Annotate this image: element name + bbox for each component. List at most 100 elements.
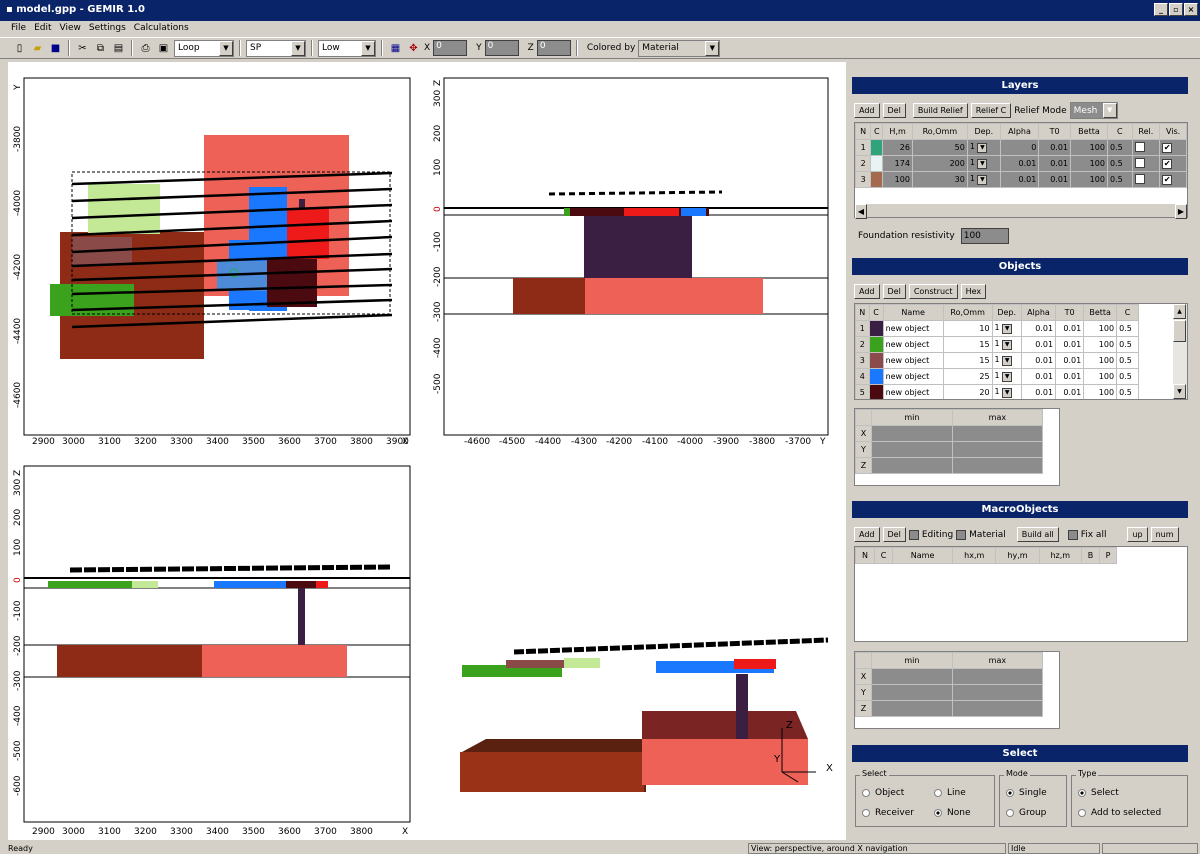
cell[interactable]: 30 <box>911 171 968 188</box>
copy-icon[interactable]: ⧉ <box>93 41 108 56</box>
color-swatch[interactable] <box>870 155 884 172</box>
menu-view[interactable]: View <box>60 23 81 35</box>
radio-receiver[interactable]: Receiver <box>862 808 914 818</box>
cell[interactable]: 0.01 <box>1020 352 1057 369</box>
cell[interactable]: 100 <box>1083 368 1118 385</box>
cell[interactable]: new object <box>882 320 944 337</box>
cell[interactable]: 20 <box>942 384 993 399</box>
cell[interactable] <box>951 425 1044 442</box>
quality-select[interactable]: Low ▼ <box>318 39 376 57</box>
objects-del-button[interactable]: Del <box>882 284 906 299</box>
cell[interactable]: new object <box>882 352 944 369</box>
menu-calculations[interactable]: Calculations <box>134 23 189 35</box>
foundation-resistivity-field[interactable]: 100 <box>960 228 1009 244</box>
relief-mode-select[interactable]: Mesh ▼ <box>1069 102 1118 119</box>
build-all-button[interactable]: Build all <box>1016 527 1059 542</box>
table-row[interactable]: Z <box>855 457 1044 474</box>
color-swatch[interactable] <box>868 384 884 399</box>
vis-checkbox[interactable]: ✔ <box>1159 171 1187 188</box>
cell[interactable]: 10 <box>942 320 993 337</box>
chevron-down-icon[interactable]: ▼ <box>1002 340 1013 350</box>
cell[interactable]: 100 <box>1070 171 1108 188</box>
rel-checkbox[interactable] <box>1131 171 1161 188</box>
cell[interactable] <box>871 425 953 442</box>
table-row[interactable]: 1 26 50 1 ▼ 0 0.01 100 0.5 ✔ <box>854 139 1187 156</box>
cell[interactable] <box>871 700 953 717</box>
cell[interactable] <box>951 668 1044 685</box>
color-swatch[interactable] <box>868 320 884 337</box>
chevron-down-icon[interactable]: ▼ <box>977 143 988 153</box>
rel-checkbox[interactable] <box>1131 139 1161 156</box>
xz-section-view[interactable]: 2900 3000 3100 3200 3300 3400 3500 3600 … <box>8 456 422 840</box>
cut-icon[interactable]: ✂ <box>75 41 90 56</box>
objects-add-button[interactable]: Add <box>854 284 880 299</box>
cell[interactable]: 0 <box>999 139 1040 156</box>
layers-add-button[interactable]: Add <box>854 103 880 118</box>
cell[interactable] <box>871 684 953 701</box>
vertical-scrollbar[interactable]: ▲ ▼ <box>1173 304 1187 399</box>
perspective-view[interactable]: X Y Z <box>424 456 846 840</box>
x-coordinate-field[interactable]: 0 <box>433 40 468 56</box>
radio-group[interactable]: Group <box>1006 808 1046 818</box>
scroll-right-icon[interactable]: ▶ <box>1175 204 1187 219</box>
cell[interactable]: 0.01 <box>1020 336 1057 353</box>
cell[interactable]: 100 <box>1083 384 1118 399</box>
cell[interactable] <box>871 457 953 474</box>
table-row[interactable]: 1 new object 10 1 ▼ 0.01 0.01 100 0.5 <box>855 320 1139 337</box>
cell[interactable] <box>951 441 1044 458</box>
dep-cell[interactable]: 1 ▼ <box>991 352 1022 369</box>
radio-none[interactable]: None <box>934 808 970 818</box>
menu-edit[interactable]: Edit <box>34 23 51 35</box>
cell[interactable]: 15 <box>942 352 993 369</box>
chevron-down-icon[interactable]: ▼ <box>1002 324 1013 334</box>
menu-file[interactable]: File <box>11 23 26 35</box>
fix-all-checkbox[interactable] <box>1067 529 1078 540</box>
vis-checkbox[interactable]: ✔ <box>1159 155 1187 172</box>
cell[interactable] <box>871 668 953 685</box>
menu-settings[interactable]: Settings <box>89 23 126 35</box>
cell[interactable]: 0.5 <box>1116 352 1139 369</box>
table-row[interactable]: 4 new object 25 1 ▼ 0.01 0.01 100 0.5 <box>855 368 1139 385</box>
table-row[interactable]: 3 100 30 1 ▼ 0.01 0.01 100 0.5 ✔ <box>854 171 1187 188</box>
print-preview-icon[interactable]: ▣ <box>156 41 171 56</box>
table-row[interactable]: 2 new object 15 1 ▼ 0.01 0.01 100 0.5 <box>855 336 1139 353</box>
save-icon[interactable]: ■ <box>48 41 63 56</box>
cell[interactable]: 0.01 <box>999 155 1040 172</box>
macro-add-button[interactable]: Add <box>854 527 880 542</box>
construct-button[interactable]: Construct <box>908 284 958 299</box>
table-row[interactable]: Z <box>855 700 1044 717</box>
cell[interactable]: 0.5 <box>1116 336 1139 353</box>
paste-icon[interactable]: ▤ <box>111 41 126 56</box>
color-swatch[interactable] <box>868 368 884 385</box>
chevron-down-icon[interactable]: ▼ <box>1002 388 1013 398</box>
build-relief-button[interactable]: Build Relief <box>912 103 968 118</box>
cell[interactable]: new object <box>882 384 944 399</box>
table-row[interactable]: 3 new object 15 1 ▼ 0.01 0.01 100 0.5 <box>855 352 1139 369</box>
material-checkbox[interactable] <box>956 529 967 540</box>
scroll-left-icon[interactable]: ◀ <box>855 204 867 219</box>
cell[interactable]: 0.01 <box>1055 320 1085 337</box>
dep-cell[interactable]: 1 ▼ <box>966 139 1001 156</box>
hex-button[interactable]: Hex <box>960 284 987 299</box>
scroll-up-icon[interactable]: ▲ <box>1173 304 1186 319</box>
color-swatch[interactable] <box>868 336 884 353</box>
cell[interactable]: 0.01 <box>1020 368 1057 385</box>
color-swatch[interactable] <box>870 139 884 156</box>
open-folder-icon[interactable]: ▰ <box>30 41 45 56</box>
minimize-button[interactable]: _ <box>1154 3 1168 16</box>
loop-select[interactable]: Loop ▼ <box>174 39 234 57</box>
vis-checkbox[interactable]: ✔ <box>1159 139 1187 156</box>
table-row[interactable]: X <box>855 425 1044 442</box>
new-file-icon[interactable]: ▯ <box>12 41 27 56</box>
cell[interactable]: 0.5 <box>1106 155 1133 172</box>
top-view[interactable]: 2900 3000 3100 3200 3300 3400 3500 3600 … <box>8 62 422 452</box>
macro-del-button[interactable]: Del <box>882 527 906 542</box>
cell[interactable]: 100 <box>1070 155 1108 172</box>
scroll-down-icon[interactable]: ▼ <box>1173 384 1186 399</box>
color-swatch[interactable] <box>868 352 884 369</box>
maximize-button[interactable]: ▫ <box>1169 3 1183 16</box>
dep-cell[interactable]: 1 ▼ <box>991 384 1022 399</box>
cell[interactable]: 0.01 <box>1020 320 1057 337</box>
cell[interactable]: 0.01 <box>1055 368 1085 385</box>
cell[interactable]: 100 <box>1070 139 1108 156</box>
